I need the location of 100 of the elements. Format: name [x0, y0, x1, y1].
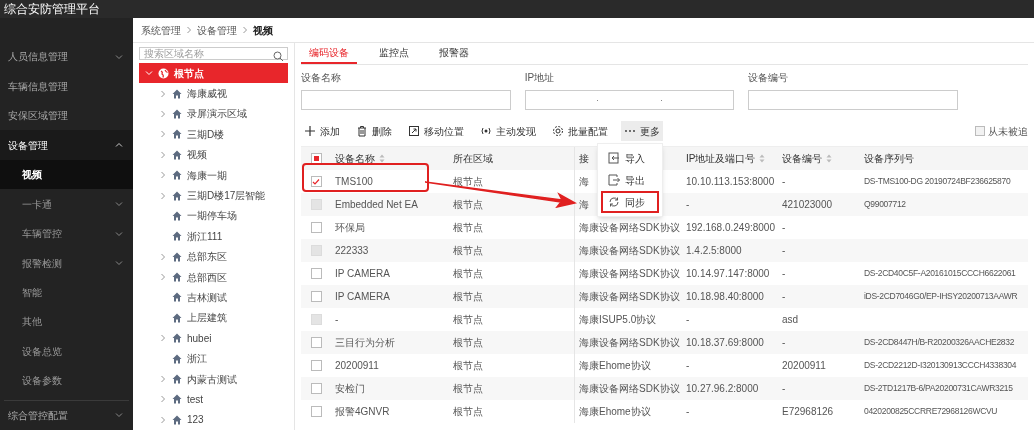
- sidebar-subitem[interactable]: 视频: [0, 159, 133, 190]
- table-cell-text: 安检门: [335, 382, 365, 396]
- tab[interactable]: 编码设备: [301, 42, 357, 64]
- trash-icon: [356, 125, 368, 137]
- sidebar-subitem[interactable]: 智能: [0, 277, 133, 308]
- house-icon: [172, 88, 182, 99]
- table-cell-text: 根节点: [453, 198, 483, 212]
- column-header[interactable]: 接: [579, 151, 589, 166]
- sidebar-subitem[interactable]: 一卡通: [0, 189, 133, 219]
- tree-node[interactable]: 内蒙古测试: [139, 368, 288, 390]
- tree-node[interactable]: 总部西区: [139, 266, 288, 288]
- sidebar-subitem[interactable]: 车辆管控: [0, 218, 133, 249]
- sidebar-item[interactable]: 综合管控配置: [0, 400, 133, 430]
- tree-node[interactable]: 海康一期: [139, 164, 288, 186]
- checkbox[interactable]: [310, 360, 322, 371]
- toolbar-button[interactable]: 删除: [353, 121, 395, 141]
- house-icon: [172, 414, 182, 425]
- table-cell-text: 10.18.37.69:8000: [686, 336, 764, 350]
- tree-node[interactable]: 根节点: [139, 63, 288, 84]
- tree-node[interactable]: 浙江: [139, 348, 288, 369]
- table-cell-text: TMS100: [335, 175, 373, 189]
- app-title: 综合安防管理平台: [4, 3, 100, 15]
- table-cell-text: 环保局: [335, 221, 365, 235]
- breadcrumb-link[interactable]: 设备管理: [197, 22, 237, 38]
- checkbox[interactable]: [975, 126, 985, 136]
- search-field[interactable]: 搜索区域名称: [139, 47, 288, 61]
- table-cell-text: asd: [782, 313, 799, 327]
- tree-node[interactable]: 海康威视: [139, 83, 288, 104]
- tree-node[interactable]: 三期D楼: [139, 124, 288, 145]
- column-header[interactable]: 设备名称: [335, 151, 385, 166]
- toolbar-button[interactable]: 添加: [301, 121, 343, 141]
- input-field[interactable]: [301, 90, 511, 110]
- tree-node[interactable]: test: [139, 389, 288, 410]
- menu-item[interactable]: 同步: [601, 191, 659, 213]
- column-header[interactable]: 设备序列号: [864, 151, 914, 166]
- column-header[interactable]: 所在区域: [453, 151, 493, 166]
- table-cell: Q99007712: [864, 198, 906, 211]
- tree-node[interactable]: 录屏演示区域: [139, 103, 288, 125]
- table-cell-text: 10.14.97.147:8000: [686, 267, 770, 281]
- input-field[interactable]: [748, 90, 958, 110]
- checkbox[interactable]: [310, 337, 322, 348]
- table-cell-text: -: [686, 359, 690, 373]
- toolbar-button[interactable]: 主动发现: [477, 121, 539, 141]
- sidebar-subitem[interactable]: 设备总览: [0, 336, 133, 367]
- house-icon: [172, 312, 182, 323]
- checkbox[interactable]: [310, 176, 322, 187]
- checkbox[interactable]: [310, 268, 322, 279]
- table-cell-text: 20200911: [782, 359, 826, 373]
- tree-node[interactable]: 吉林测试: [139, 287, 288, 308]
- house-icon: [172, 210, 182, 221]
- table-cell-text: 报警4GNVR: [335, 405, 390, 419]
- sidebar-subitem[interactable]: 设备参数: [0, 366, 133, 396]
- table-cell-text: 10.27.96.2:8000: [686, 382, 759, 396]
- house-icon: [172, 292, 182, 303]
- tree-node[interactable]: 总部东区: [139, 246, 288, 267]
- tree-node[interactable]: 一期停车场: [139, 205, 288, 227]
- table-cell-text: 海康ISUP5.0协议: [579, 313, 657, 327]
- chevron-down-icon: [115, 52, 123, 61]
- sidebar-subitem[interactable]: 报警检测: [0, 248, 133, 278]
- checkbox[interactable]: [310, 383, 322, 394]
- menu-item[interactable]: 导入: [601, 147, 659, 169]
- sidebar-item[interactable]: 设备管理: [0, 130, 133, 160]
- globe-icon: [158, 67, 169, 79]
- plus-icon: [304, 125, 316, 137]
- column-header[interactable]: IP地址及端口号: [686, 151, 766, 166]
- sidebar-item[interactable]: 车辆信息管理: [0, 71, 133, 101]
- checkbox[interactable]: [310, 406, 322, 417]
- toolbar-button[interactable]: 批量配置: [549, 121, 611, 141]
- sidebar-item[interactable]: 人员信息管理: [0, 42, 133, 72]
- table-cell-text: 222333: [335, 244, 369, 258]
- menu-item[interactable]: 导出: [601, 169, 659, 191]
- tab[interactable]: 监控点: [371, 42, 417, 64]
- table-cell-text: 1.4.2.5:8000: [686, 244, 742, 258]
- field-label: 设备名称: [301, 71, 342, 85]
- table-cell-text: 海康设备网络SDK协议: [579, 244, 680, 258]
- sidebar-item[interactable]: 安保区域管理: [0, 100, 133, 131]
- tree-node[interactable]: hubei: [139, 328, 288, 349]
- checkbox[interactable]: [310, 291, 322, 302]
- tree-node[interactable]: 三期D楼17层智能: [139, 185, 288, 206]
- house-icon: [172, 108, 182, 119]
- input-field[interactable]: [524, 90, 735, 110]
- toolbar-button[interactable]: 移动位置: [405, 121, 467, 141]
- tree-node[interactable]: 123: [139, 409, 288, 430]
- tree-node[interactable]: 上层建筑: [139, 307, 288, 329]
- house-icon: [172, 190, 182, 201]
- tab[interactable]: 报警器: [431, 42, 477, 64]
- table-cell-text: 根节点: [453, 313, 483, 327]
- chevron-down-icon: [115, 411, 123, 420]
- sync-icon: [608, 196, 620, 208]
- toolbar-button[interactable]: 更多: [621, 121, 663, 141]
- table-cell: iDS-2CD7046G0/EP-IHSY20200713AAWR: [864, 290, 1018, 303]
- sidebar-subitem[interactable]: 其他: [0, 307, 133, 337]
- table-cell-text: E72968126: [782, 405, 834, 419]
- column-header[interactable]: 设备编号: [782, 151, 832, 166]
- tree-node[interactable]: 浙江111: [139, 226, 288, 247]
- checkbox[interactable]: [310, 222, 322, 233]
- table-cell-text: 根节点: [453, 359, 483, 373]
- breadcrumb-link[interactable]: 系统管理: [141, 22, 181, 38]
- tree-node[interactable]: 视频: [139, 144, 288, 165]
- checkbox[interactable]: [310, 153, 322, 164]
